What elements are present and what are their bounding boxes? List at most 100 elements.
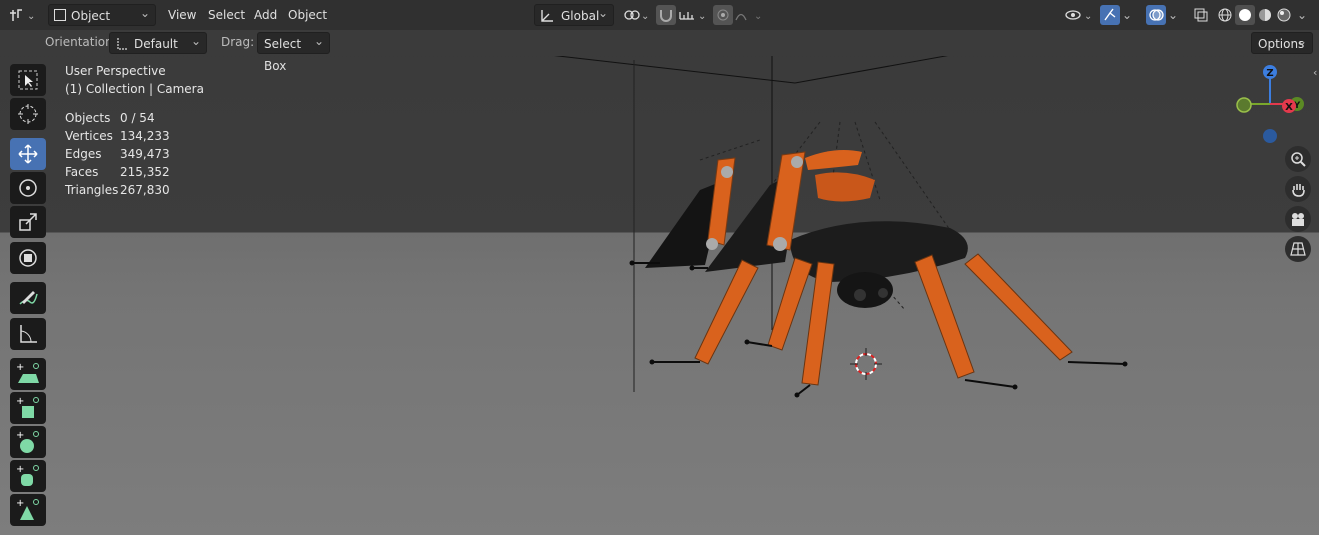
pan-hand-icon: [1292, 184, 1305, 197]
stat-row: Edges 349,473: [65, 147, 170, 161]
pan-button[interactable]: [1285, 176, 1311, 202]
snap-toggle[interactable]: [656, 5, 676, 25]
orientation-default-icon: [117, 38, 128, 50]
overlays-dropdown[interactable]: ⌄: [1168, 4, 1182, 26]
tool-cursor[interactable]: [10, 98, 46, 130]
cursor-icon: [18, 104, 38, 124]
editor-type-button[interactable]: ⌄: [8, 4, 42, 26]
drag-dropdown[interactable]: Select Box: [257, 30, 330, 73]
visibility-dropdown[interactable]: ⌄: [1064, 5, 1094, 25]
editor-type-icon: ⌄: [10, 9, 35, 22]
viewport-header: ⌄ Object Mode View Select Add Object Glo…: [0, 0, 1319, 45]
transform-icon: [19, 249, 37, 267]
orientation-label: Orientation:: [45, 35, 117, 49]
proportional-edit-toggle[interactable]: [713, 5, 733, 25]
add-plane-icon: +: [16, 362, 39, 383]
add-cylinder-icon: +: [16, 464, 39, 486]
tool-add-cone[interactable]: +: [10, 494, 46, 526]
move-icon: [18, 144, 38, 164]
stat-row: Faces 215,352: [65, 165, 170, 179]
sidebar-toggle-icon[interactable]: ‹: [1313, 66, 1319, 84]
perspective-toggle-button[interactable]: [1285, 236, 1311, 262]
add-cone-icon: +: [16, 498, 39, 520]
svg-text:+: +: [16, 362, 24, 373]
leg-front-left: [694, 259, 759, 365]
falloff-curve-icon: ⌄: [735, 11, 762, 22]
svg-text:⌄: ⌄: [698, 11, 706, 22]
tool-rotate[interactable]: [10, 172, 46, 204]
gizmo-neg-y[interactable]: [1236, 97, 1252, 113]
gizmo-neg-z[interactable]: [1263, 129, 1277, 143]
orientation-dropdown[interactable]: Default: [109, 30, 207, 54]
leg-front-mid: [767, 257, 813, 351]
xray-toggle[interactable]: [1191, 5, 1211, 25]
wireframe-sphere-icon: [1218, 8, 1232, 22]
menu-select[interactable]: Select: [203, 4, 250, 26]
camera-view-button[interactable]: [1285, 206, 1311, 232]
zoom-button[interactable]: [1285, 146, 1311, 172]
menu-add[interactable]: Add: [249, 4, 282, 26]
gizmo-toggle[interactable]: [1100, 5, 1120, 25]
svg-text:Z: Z: [1266, 68, 1273, 79]
shading-rendered[interactable]: [1274, 5, 1294, 25]
tool-measure[interactable]: [10, 318, 46, 350]
grid-view-icon: [1290, 242, 1306, 256]
overlays-icon: [1149, 9, 1164, 21]
tool-add-cube[interactable]: +: [10, 392, 46, 424]
svg-text:+: +: [16, 498, 24, 509]
svg-text:+: +: [16, 396, 24, 407]
pivot-point-button[interactable]: ⌄: [622, 5, 650, 25]
stat-row: Objects 0 / 54: [65, 111, 155, 125]
overlays-toggle[interactable]: [1146, 5, 1166, 25]
tool-annotate[interactable]: [10, 282, 46, 314]
tool-add-cylinder[interactable]: +: [10, 460, 46, 492]
navigation-gizmo[interactable]: Z Y X: [1228, 62, 1308, 146]
shading-material[interactable]: [1255, 5, 1275, 25]
falloff-dropdown[interactable]: ⌄: [734, 5, 764, 25]
tool-select-box[interactable]: [10, 64, 46, 96]
3d-viewport[interactable]: ⌄ Object Mode View Select Add Object Glo…: [0, 0, 1319, 535]
gizmo-dropdown[interactable]: ⌄: [1122, 4, 1136, 26]
stat-row: Triangles 267,830: [65, 183, 170, 197]
mode-dropdown[interactable]: Object Mode: [48, 2, 156, 45]
transform-orientation-dropdown[interactable]: Global: [534, 2, 614, 26]
view-name: User Perspective: [65, 64, 166, 78]
tool-add-sphere[interactable]: +: [10, 426, 46, 458]
tool-scale[interactable]: [10, 206, 46, 238]
viewport-info-overlay: User Perspective (1) Collection | Camera…: [65, 62, 204, 199]
scale-icon: [19, 213, 37, 231]
eye-filter-icon: ⌄: [1065, 10, 1092, 22]
shading-wireframe[interactable]: [1215, 5, 1235, 25]
leg-right-back: [964, 253, 1073, 361]
svg-text:⌄: ⌄: [1084, 11, 1092, 22]
menu-view[interactable]: View: [163, 4, 201, 26]
shading-dropdown[interactable]: ⌄: [1297, 4, 1311, 26]
transform-orientation-label: Global: [561, 9, 600, 23]
shading-solid[interactable]: [1235, 5, 1255, 25]
svg-text:⌄: ⌄: [27, 11, 35, 22]
xray-icon: [1194, 8, 1208, 22]
add-sphere-icon: +: [16, 430, 39, 453]
pivot-link-icon: ⌄: [624, 10, 649, 22]
options-dropdown[interactable]: Options: [1251, 30, 1313, 54]
snap-target-dropdown[interactable]: ⌄: [678, 5, 708, 25]
tool-transform[interactable]: [10, 242, 46, 274]
solid-sphere-icon: [1239, 9, 1251, 21]
drag-label: Drag:: [221, 35, 255, 49]
leg-center: [801, 261, 835, 386]
material-sphere-icon: [1259, 9, 1271, 21]
proportional-dot-icon: [717, 9, 729, 21]
tool-add-plane[interactable]: +: [10, 358, 46, 390]
leg-right-front: [914, 254, 975, 379]
select-box-icon: [18, 70, 38, 90]
rotate-icon: [19, 179, 37, 197]
head-plate: [805, 150, 862, 170]
measure-icon: [20, 325, 37, 343]
svg-text:X: X: [1285, 102, 1293, 113]
tool-move[interactable]: [10, 138, 46, 170]
tool-settings-bar: Orientation: Default Drag: Select Box Op…: [0, 30, 1319, 73]
orientation-value: Default: [134, 37, 178, 51]
menu-object[interactable]: Object: [283, 4, 332, 26]
orientation-axes-icon: [541, 10, 553, 22]
svg-text:⌄: ⌄: [641, 11, 649, 22]
